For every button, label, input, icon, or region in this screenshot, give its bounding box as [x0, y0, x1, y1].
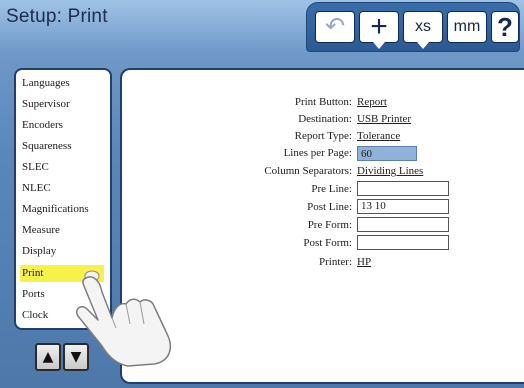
scroll-up-button[interactable]: ▲ [35, 343, 61, 371]
pre-line-label: Pre Line: [311, 183, 352, 195]
print-button-label: Print Button: [294, 96, 352, 108]
sidebar-item-nlec[interactable]: NLEC [20, 180, 104, 197]
report-type-value[interactable]: Tolerance [357, 129, 400, 143]
printer-value[interactable]: HP [357, 255, 371, 269]
xs-label: xs [415, 18, 431, 35]
help-button[interactable]: ? [491, 11, 519, 43]
xs-button[interactable]: xs [403, 11, 443, 49]
column-separators-label: Column Separators: [264, 165, 352, 177]
column-separators-value[interactable]: Dividing Lines [357, 164, 423, 178]
arrow-up-icon: ▲ [42, 349, 54, 365]
sidebar-item-magnifications[interactable]: Magnifications [20, 201, 104, 218]
post-form-field[interactable] [357, 235, 449, 250]
units-button[interactable]: mm [447, 11, 487, 43]
report-type-label: Report Type: [294, 130, 352, 142]
dropdown-pointer-icon [417, 42, 429, 49]
sidebar-item-encoders[interactable]: Encoders [20, 117, 104, 134]
sidebar-item-slec[interactable]: SLEC [20, 159, 104, 176]
pre-form-field[interactable] [357, 217, 449, 232]
pre-form-label: Pre Form: [307, 219, 352, 231]
units-label: mm [453, 18, 481, 35]
undo-icon: ↶ [324, 13, 346, 40]
destination-value[interactable]: USB Printer [357, 112, 411, 126]
sidebar-item-measure[interactable]: Measure [20, 222, 104, 239]
dropdown-pointer-icon [373, 42, 385, 49]
help-icon: ? [497, 12, 513, 42]
toolbar: ↶ + xs mm ? [306, 2, 520, 52]
page-title: Setup: Print [6, 6, 108, 27]
print-button-value[interactable]: Report [357, 95, 387, 109]
lines-per-page-label: Lines per Page: [283, 147, 352, 159]
app-screen: Setup: Print ↶ + xs mm ? Languages Super… [0, 0, 524, 388]
pointing-hand-icon [75, 270, 172, 367]
sidebar-item-supervisor[interactable]: Supervisor [20, 96, 104, 113]
sidebar-item-languages[interactable]: Languages [20, 75, 104, 92]
destination-label: Destination: [298, 113, 352, 125]
undo-button[interactable]: ↶ [315, 11, 355, 43]
post-form-label: Post Form: [303, 237, 352, 249]
plus-icon: + [370, 10, 388, 43]
post-line-field[interactable]: 13 10 [357, 199, 449, 214]
pre-line-field[interactable] [357, 181, 449, 196]
lines-per-page-field[interactable]: 60 [357, 146, 417, 161]
sidebar-item-squareness[interactable]: Squareness [20, 138, 104, 155]
add-button[interactable]: + [359, 10, 399, 49]
post-line-label: Post Line: [307, 201, 352, 213]
